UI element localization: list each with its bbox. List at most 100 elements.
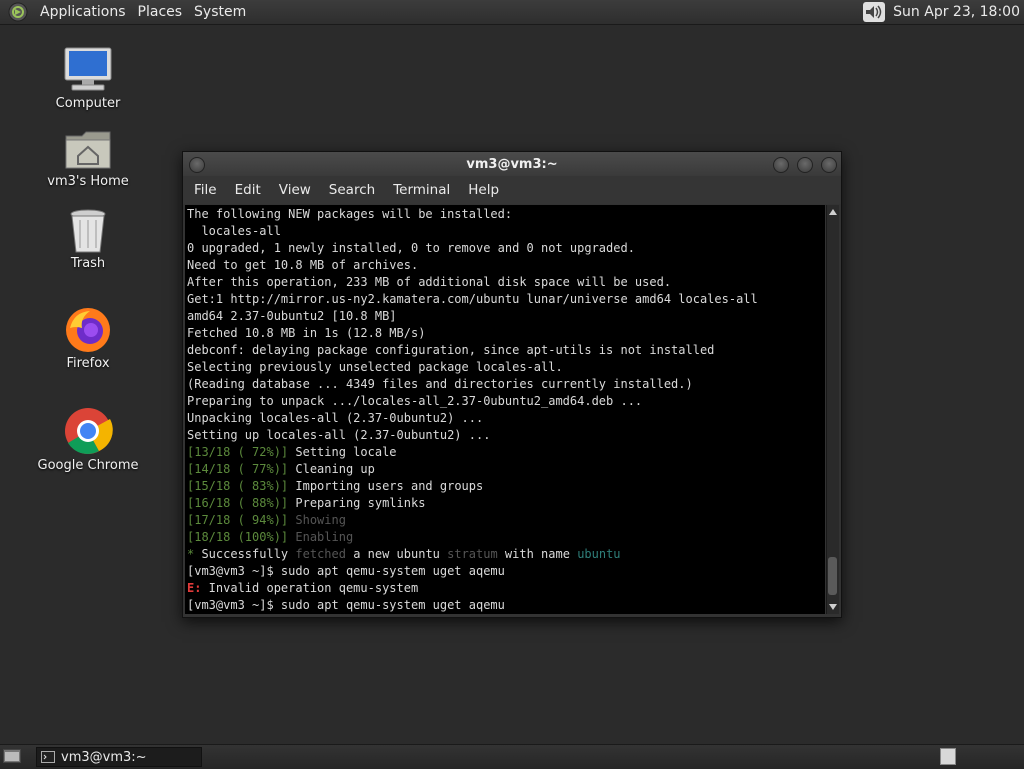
menu-help[interactable]: Help <box>459 182 508 198</box>
terminal-segment: amd64 2.37-0ubuntu2 [10.8 MB] <box>187 309 397 323</box>
scrollbar-thumb[interactable] <box>828 557 837 595</box>
terminal-line: E: Invalid operation qemu-system <box>187 581 418 595</box>
terminal-segment: a new ubuntu <box>345 547 448 561</box>
terminal-segment: [vm3@vm3 ~]$ sudo apt qemu-system uget a… <box>187 564 505 578</box>
menu-search[interactable]: Search <box>320 182 384 198</box>
top-panel: Applications Places System Sun Apr 23, 1… <box>0 0 1024 25</box>
show-desktop-icon[interactable] <box>3 749 21 763</box>
desktop-chrome[interactable]: Google Chrome <box>28 406 148 473</box>
minimize-button[interactable] <box>773 157 789 173</box>
workspace-switcher[interactable] <box>940 748 956 765</box>
terminal-segment: with name <box>497 547 578 561</box>
applications-menu[interactable]: Applications <box>34 4 132 20</box>
desktop-home[interactable]: vm3's Home <box>28 128 148 189</box>
desktop-label-firefox: Firefox <box>66 356 110 371</box>
firefox-icon <box>66 308 110 352</box>
terminal-segment: Successfully <box>194 547 296 561</box>
panel-tray: Sun Apr 23, 18:00 <box>863 2 1024 22</box>
desktop-computer[interactable]: Computer <box>28 46 148 111</box>
progress-step: Enabling <box>288 530 354 544</box>
menu-edit[interactable]: Edit <box>226 182 270 198</box>
window-title: vm3@vm3:~ <box>466 156 558 172</box>
terminal-segment: Setting up locales-all (2.37-0ubuntu2) .… <box>187 428 491 442</box>
system-menu[interactable]: System <box>188 4 252 20</box>
progress-counter: [15/18 ( 83%)] <box>187 479 289 493</box>
terminal-output[interactable]: The following NEW packages will be insta… <box>185 205 825 614</box>
terminal-segment: locales-all <box>187 224 281 238</box>
terminal-line: [16/18 ( 88%)] Preparing symlinks <box>187 496 425 510</box>
desktop-label-chrome: Google Chrome <box>37 458 139 473</box>
progress-counter: [16/18 ( 88%)] <box>187 496 289 510</box>
terminal-segment: The following NEW packages will be insta… <box>187 207 513 221</box>
bottom-panel: vm3@vm3:~ <box>0 744 1024 769</box>
terminal-line: [14/18 ( 77%)] Cleaning up <box>187 462 375 476</box>
terminal-line: Get:1 http://mirror.us-ny2.kamatera.com/… <box>187 292 758 306</box>
terminal-line: [17/18 ( 94%)] Showing <box>187 513 346 527</box>
progress-step: Cleaning up <box>288 462 375 476</box>
menu-view[interactable]: View <box>270 182 320 198</box>
terminal-segment: 0 upgraded, 1 newly installed, 0 to remo… <box>187 241 635 255</box>
terminal-titlebar[interactable]: vm3@vm3:~ <box>183 152 841 176</box>
volume-icon[interactable] <box>863 2 886 22</box>
terminal-line: [18/18 (100%)] Enabling <box>187 530 353 544</box>
computer-icon <box>64 47 112 91</box>
desktop-label-computer: Computer <box>55 96 121 111</box>
terminal-text: The following NEW packages will be insta… <box>185 205 825 614</box>
terminal-line: Preparing to unpack .../locales-all_2.37… <box>187 394 642 408</box>
scroll-up-arrow-icon[interactable] <box>829 209 837 215</box>
terminal-line: Setting up locales-all (2.37-0ubuntu2) .… <box>187 428 490 442</box>
terminal-segment: fetched <box>295 547 346 561</box>
trash-icon <box>70 209 106 253</box>
terminal-line: The following NEW packages will be insta… <box>187 207 512 221</box>
chrome-icon <box>65 408 113 455</box>
terminal-segment: ubuntu <box>577 547 621 561</box>
terminal-line: locales-all <box>187 224 281 238</box>
terminal-line: amd64 2.37-0ubuntu2 [10.8 MB] <box>187 309 397 323</box>
error-prefix: E: <box>187 581 202 595</box>
places-menu[interactable]: Places <box>132 4 189 20</box>
error-message: Invalid operation qemu-system <box>201 581 419 595</box>
window-menu-button[interactable] <box>189 157 205 173</box>
terminal-menubar: File Edit View Search Terminal Help <box>183 176 841 204</box>
terminal-segment: Fetched 10.8 MB in 1s (12.8 MB/s) <box>187 326 426 340</box>
terminal-line: 0 upgraded, 1 newly installed, 0 to remo… <box>187 241 635 255</box>
taskbar-terminal-button[interactable]: vm3@vm3:~ <box>36 747 202 767</box>
terminal-line: Need to get 10.8 MB of archives. <box>187 258 418 272</box>
terminal-segment: [vm3@vm3 ~]$ sudo apt qemu-system uget a… <box>187 598 505 612</box>
terminal-line: Selecting previously unselected package … <box>187 360 563 374</box>
terminal-line: After this operation, 233 MB of addition… <box>187 275 671 289</box>
terminal-line: Unpacking locales-all (2.37-0ubuntu2) ..… <box>187 411 483 425</box>
terminal-segment: (Reading database ... 4349 files and dir… <box>187 377 693 391</box>
menu-file[interactable]: File <box>185 182 226 198</box>
progress-counter: [13/18 ( 72%)] <box>187 445 289 459</box>
clock[interactable]: Sun Apr 23, 18:00 <box>893 4 1024 20</box>
scroll-down-arrow-icon[interactable] <box>829 604 837 610</box>
progress-counter: [17/18 ( 94%)] <box>187 513 289 527</box>
progress-counter: [14/18 ( 77%)] <box>187 462 289 476</box>
gnome-foot-icon[interactable] <box>8 2 28 22</box>
progress-step: Preparing symlinks <box>288 496 426 510</box>
menu-terminal[interactable]: Terminal <box>384 182 459 198</box>
terminal-line: * Successfully fetched a new ubuntu stra… <box>187 547 621 561</box>
terminal-segment: Preparing to unpack .../locales-all_2.37… <box>187 394 643 408</box>
progress-step: Importing users and groups <box>288 479 484 493</box>
terminal-line: [13/18 ( 72%)] Setting locale <box>187 445 397 459</box>
close-button[interactable] <box>821 157 837 173</box>
terminal-segment: After this operation, 233 MB of addition… <box>187 275 672 289</box>
terminal-line: [vm3@vm3 ~]$ sudo apt qemu-system uget a… <box>187 564 505 578</box>
terminal-segment: Selecting previously unselected package … <box>187 360 563 374</box>
terminal-scrollbar[interactable] <box>826 205 839 614</box>
home-folder-icon <box>65 131 111 169</box>
terminal-line: debconf: delaying package configuration,… <box>187 343 714 357</box>
terminal-segment: Unpacking locales-all (2.37-0ubuntu2) ..… <box>187 411 484 425</box>
taskbar-button-label: vm3@vm3:~ <box>61 749 147 765</box>
progress-step: Showing <box>288 513 346 527</box>
desktop-firefox[interactable]: Firefox <box>28 306 148 371</box>
desktop-trash[interactable]: Trash <box>28 208 148 271</box>
terminal-line: (Reading database ... 4349 files and dir… <box>187 377 693 391</box>
maximize-button[interactable] <box>797 157 813 173</box>
desktop-label-home: vm3's Home <box>47 174 129 189</box>
terminal-segment: stratum <box>447 547 498 561</box>
terminal-window: vm3@vm3:~ File Edit View Search Terminal… <box>182 151 842 618</box>
terminal-segment: Get:1 http://mirror.us-ny2.kamatera.com/… <box>187 292 758 306</box>
